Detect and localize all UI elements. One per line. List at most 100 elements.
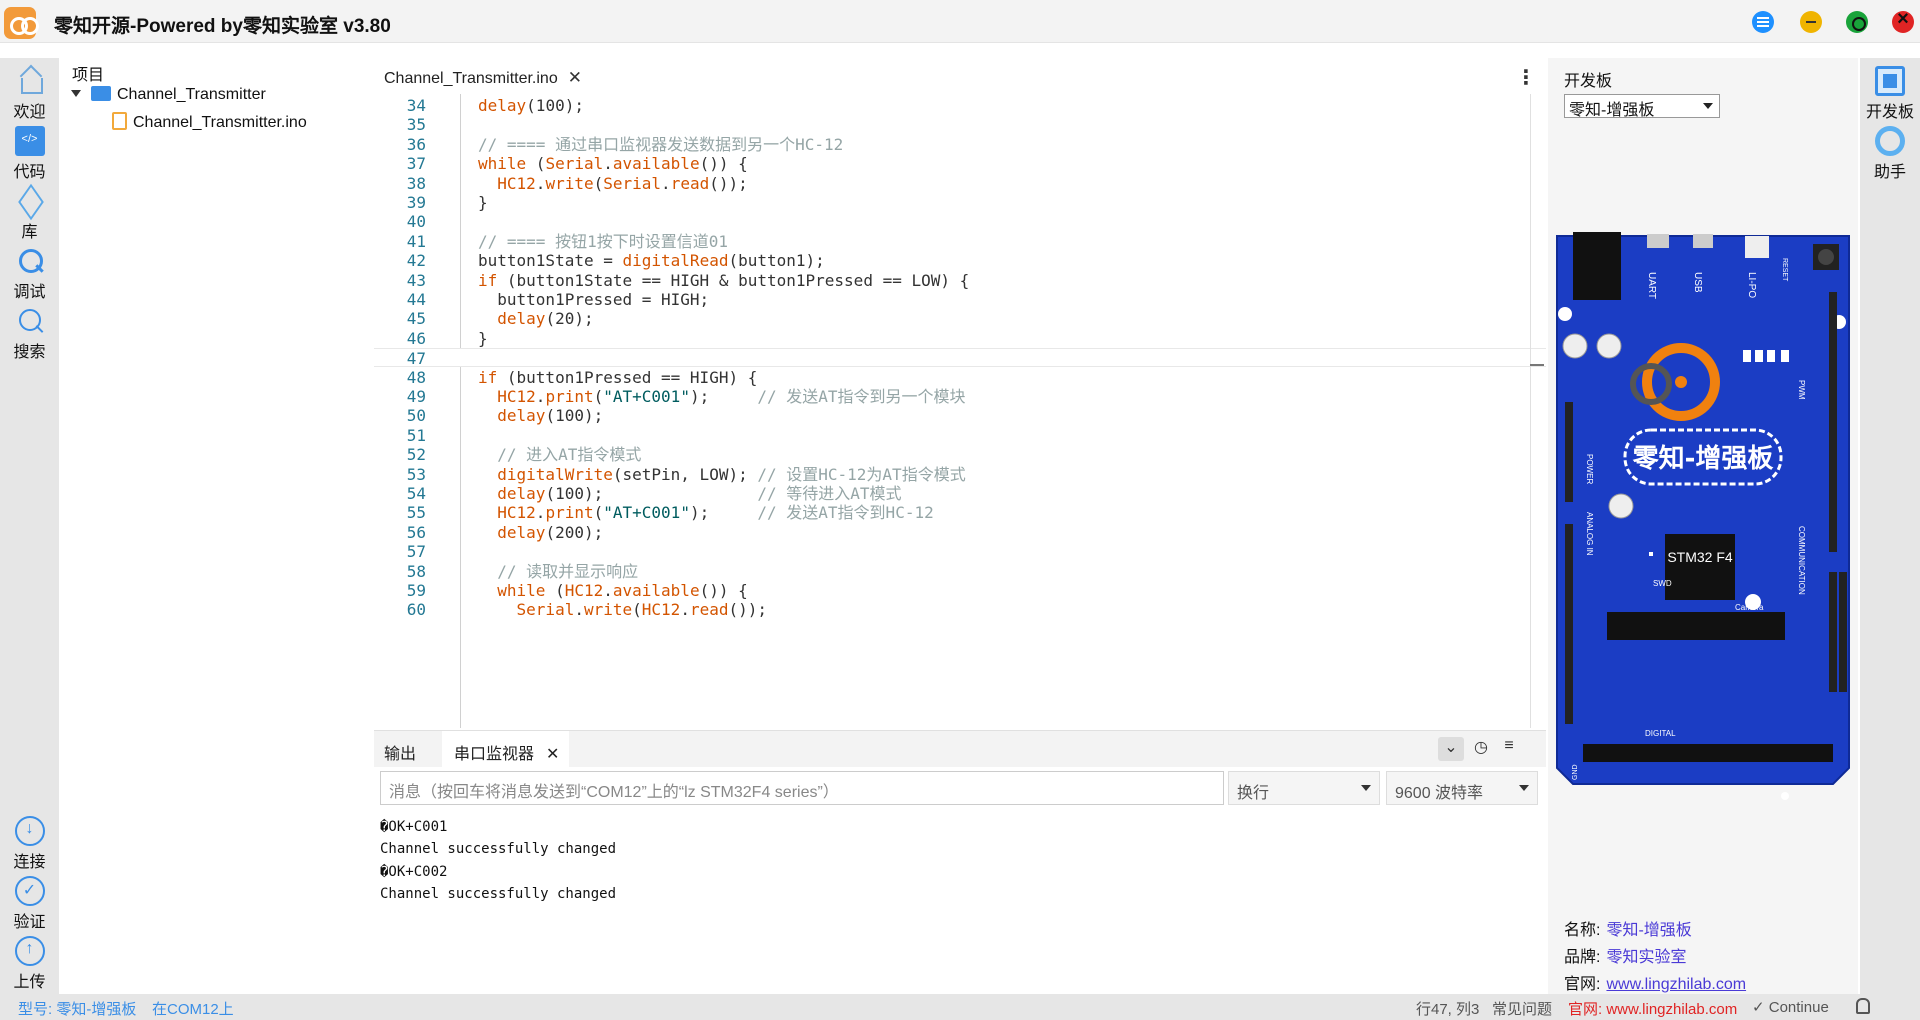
status-continue[interactable]: ✓ Continue — [1752, 998, 1829, 1016]
code-text: button1State = digitalRead(button1); — [478, 251, 825, 271]
line-ending-select[interactable]: 换行 — [1228, 771, 1380, 805]
board-select[interactable]: 零知-增强板 — [1564, 94, 1720, 119]
close-tab-icon[interactable]: ✕ — [546, 746, 559, 763]
connect-button[interactable]: 连接 — [0, 816, 59, 872]
tab-serial-monitor-label: 串口监视器 — [454, 746, 535, 763]
code-area[interactable]: 34 delay(100); 35 36 // ==== 通过串口监视器发送数据到另一个… — [374, 94, 1546, 728]
line-number: 55 — [406, 503, 426, 523]
code-line[interactable]: 54 delay(100); // 等待进入AT模式 — [374, 484, 1546, 503]
code-line[interactable]: 35 — [374, 115, 1546, 134]
autoscroll-icon[interactable]: ⌄ — [1438, 737, 1464, 761]
code-line[interactable]: 57 — [374, 542, 1546, 561]
code-line[interactable]: 38 HC12.write(Serial.read()); — [374, 174, 1546, 193]
analog-in-label: ANALOG IN — [1585, 512, 1594, 556]
chevron-down-icon — [1519, 785, 1529, 791]
code-line[interactable]: 45 delay(20); — [374, 309, 1546, 328]
board-name-row: 名称: 零知-增强板 — [1564, 916, 1692, 940]
sidebar-item-search[interactable]: 搜索 — [0, 306, 59, 362]
code-line[interactable]: 52 // 进入AT指令模式 — [374, 445, 1546, 464]
code-line[interactable]: 40 — [374, 212, 1546, 231]
status-port[interactable]: 在COM12上 — [152, 998, 234, 1019]
sidebar-item-assistant[interactable]: 助手 — [1860, 126, 1920, 182]
status-faq-link[interactable]: 常见问题 — [1492, 998, 1552, 1019]
tree-folder[interactable]: Channel_Transmitter — [71, 86, 266, 104]
board-name-value: 零知-增强板 — [1606, 922, 1692, 939]
tab-output[interactable]: 输出 — [384, 731, 416, 767]
status-board: 型号: 零知-增强板 — [18, 1001, 137, 1018]
tab-serial-monitor[interactable]: 串口监视器 ✕ — [442, 731, 570, 767]
sidebar-item-welcome[interactable]: 欢迎 — [0, 66, 59, 122]
line-number: 54 — [406, 484, 426, 503]
code-text: delay(200); — [497, 522, 604, 542]
line-number: 42 — [406, 251, 426, 271]
menu-button[interactable] — [1752, 11, 1774, 33]
clear-output-icon[interactable]: ≡ — [1496, 737, 1522, 761]
code-line[interactable]: 34 delay(100); — [374, 96, 1546, 115]
editor-tab-label: Channel_Transmitter.ino — [384, 70, 558, 87]
line-number: 53 — [406, 464, 426, 484]
chevron-down-icon[interactable] — [71, 90, 81, 97]
verify-button[interactable]: 验证 — [0, 876, 59, 932]
code-line[interactable]: 58 // 读取并显示响应 — [374, 562, 1546, 581]
code-line[interactable]: 42 button1State = digitalRead(button1); — [374, 251, 1546, 270]
serial-message-input[interactable]: 消息（按回车将消息发送到“COM12”上的“lz STM32F4 series”… — [380, 771, 1224, 805]
code-line[interactable]: 53 digitalWrite(setPin, LOW); // 设置HC-12… — [374, 465, 1546, 484]
editor-tab[interactable]: Channel_Transmitter.ino ✕ — [374, 58, 594, 94]
code-line[interactable]: 50 delay(100); — [374, 406, 1546, 425]
code-line[interactable]: 56 delay(200); — [374, 523, 1546, 542]
right-sidebar: 开发板 助手 — [1860, 58, 1920, 994]
board-brand-value: 零知实验室 — [1606, 949, 1687, 966]
sidebar-item-debug[interactable]: 调试 — [0, 246, 59, 302]
minimize-button[interactable] — [1800, 11, 1822, 33]
editor-scrollbar[interactable] — [1530, 94, 1546, 728]
status-website-link[interactable]: 官网: www.lingzhilab.com — [1568, 998, 1737, 1019]
code-line[interactable]: 47 — [374, 348, 1546, 369]
verify-label: 验证 — [13, 914, 46, 931]
code-line[interactable]: 60 Serial.write(HC12.read()); — [374, 600, 1546, 619]
code-line[interactable]: 46} — [374, 329, 1546, 348]
code-line[interactable]: 37 while (Serial.available()) { — [374, 154, 1546, 173]
bell-icon[interactable] — [1856, 998, 1870, 1014]
code-line[interactable]: 55 HC12.print("AT+C001"); // 发送AT指令到HC-1… — [374, 503, 1546, 522]
lipo-label: LI-PO — [1746, 272, 1757, 298]
upload-icon — [14, 936, 45, 966]
tree-file[interactable]: Channel_Transmitter.ino — [112, 112, 307, 132]
close-button[interactable] — [1892, 8, 1914, 33]
search-icon — [15, 306, 45, 336]
board-site-link[interactable]: www.lingzhilab.com — [1606, 976, 1746, 993]
board-site-row: 官网: www.lingzhilab.com — [1564, 970, 1746, 994]
power-label: POWER — [1585, 454, 1594, 484]
serial-output-line: �OK+C002 — [380, 864, 448, 880]
code-line[interactable]: 59 while (HC12.available()) { — [374, 581, 1546, 600]
code-line[interactable]: 36 // ==== 通过串口监视器发送数据到另一个HC-12 — [374, 135, 1546, 154]
code-text: HC12.print("AT+C001"); // 发送AT指令到HC-12 — [497, 503, 934, 523]
code-line[interactable]: 41 // ==== 按钮1按下时设置信道01 — [374, 232, 1546, 251]
upload-button[interactable]: 上传 — [0, 936, 59, 992]
code-line[interactable]: 39} — [374, 193, 1546, 212]
editor-tabbar: Channel_Transmitter.ino ✕ ⋮ — [374, 58, 1546, 94]
analog-pin-header — [1565, 524, 1573, 724]
line-number: 34 — [406, 96, 426, 115]
sidebar-item-board[interactable]: 开发板 — [1860, 66, 1920, 122]
code-line[interactable]: 44 button1Pressed = HIGH; — [374, 290, 1546, 309]
close-tab-icon[interactable]: ✕ — [568, 68, 582, 87]
code-editor: Channel_Transmitter.ino ✕ ⋮ 34 delay(100);… — [374, 58, 1546, 728]
sidebar-item-library[interactable]: 库 — [0, 186, 59, 242]
more-options-icon[interactable]: ⋮ — [1516, 65, 1536, 90]
sidebar-item-label: 代码 — [13, 164, 46, 181]
line-number: 47 — [406, 349, 426, 369]
line-number: 44 — [406, 290, 426, 309]
pwm-label: PWM — [1797, 380, 1806, 400]
sidebar-item-code[interactable]: 代码 — [0, 126, 59, 182]
camera-label: Camera — [1735, 603, 1764, 612]
power-pin-header — [1565, 402, 1573, 502]
code-line[interactable]: 48 if (button1Pressed == HIGH) { — [374, 368, 1546, 387]
chip-label: STM32 F4 — [1667, 549, 1733, 565]
maximize-button[interactable] — [1846, 11, 1868, 33]
baud-rate-select[interactable]: 9600 波特率 — [1386, 771, 1538, 805]
code-line[interactable]: 49 HC12.print("AT+C001"); // 发送AT指令到另一个模… — [374, 387, 1546, 406]
code-line[interactable]: 43 if (button1State == HIGH & button1Pres… — [374, 271, 1546, 290]
code-text: while (Serial.available()) { — [478, 154, 748, 174]
code-line[interactable]: 51 — [374, 426, 1546, 445]
timestamp-clock-icon[interactable]: ◷ — [1468, 737, 1494, 761]
